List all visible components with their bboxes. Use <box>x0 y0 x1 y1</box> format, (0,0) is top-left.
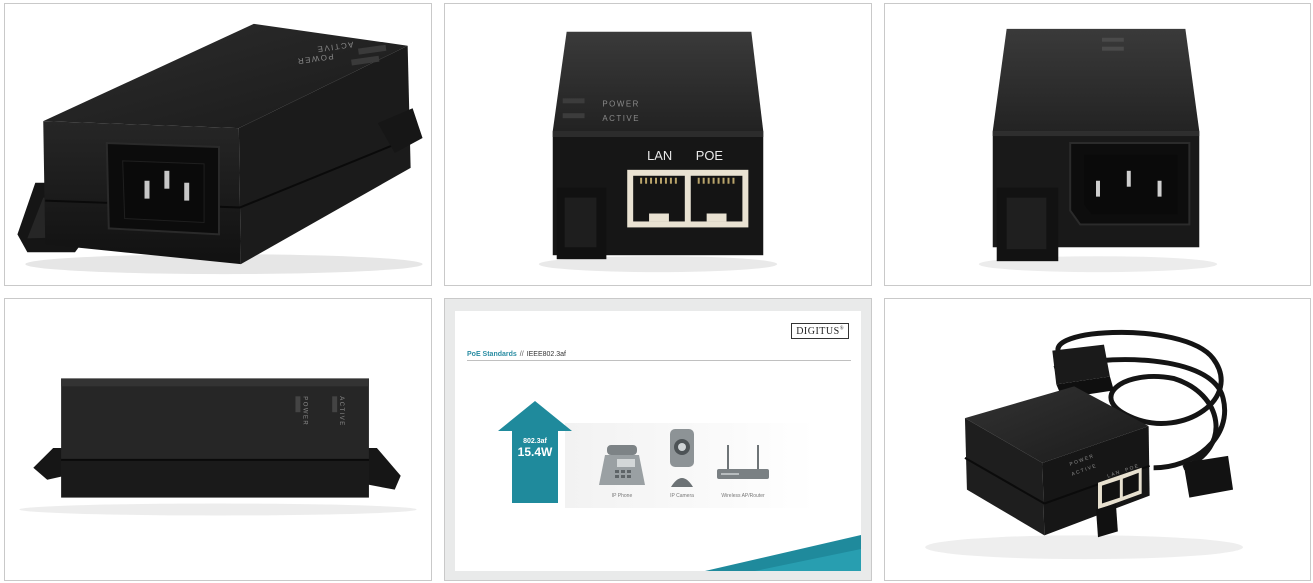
slide-title: PoE Standards <box>467 351 517 358</box>
poe-injector-front-illustration: POWER ACTIVE LAN POE <box>538 31 778 273</box>
led-label-power: POWER <box>602 99 639 108</box>
slide-header: PoE Standards//IEEE802.3af <box>467 351 851 361</box>
port-label-poe: POE <box>696 148 724 163</box>
slide-standard: IEEE802.3af <box>526 351 566 358</box>
led-label-power: POWER <box>301 396 307 426</box>
arrow-standard: 802.3af <box>523 438 547 445</box>
poe-injector-angle-illustration: ACTIVE POWER <box>17 23 423 275</box>
led-label-active: ACTIVE <box>338 396 344 426</box>
digitus-logo: DIGITUS® <box>791 323 849 339</box>
port-label-lan: LAN <box>647 148 672 163</box>
product-photo-front-ports[interactable]: POWER ACTIVE LAN POE <box>444 3 872 286</box>
device-label-ip-camera: IP Camera <box>670 493 694 499</box>
poe-standards-slide-tile[interactable]: DIGITUS® PoE Standards//IEEE802.3af 802.… <box>444 298 872 581</box>
ip-camera-icon <box>670 429 694 487</box>
product-photo-side[interactable]: POWER ACTIVE <box>4 298 432 581</box>
poe-injector-with-cable-illustration: POWER ACTIVE LAN POE <box>925 329 1243 560</box>
product-photo-back-power-socket[interactable] <box>884 3 1311 286</box>
device-label-router: Wireless AP/Router <box>721 493 765 499</box>
poe-injector-side-illustration: POWER ACTIVE <box>19 378 417 516</box>
poe-injector-back-illustration <box>978 28 1218 273</box>
arrow-power: 15.4W <box>517 445 553 459</box>
product-photo-angle-power-socket[interactable]: ACTIVE POWER <box>4 3 432 286</box>
arrow-text: 802.3af 15.4W <box>507 438 563 458</box>
poe-standards-slide: DIGITUS® PoE Standards//IEEE802.3af 802.… <box>455 311 861 571</box>
slide-separator: // <box>519 351 524 358</box>
wireless-router-icon <box>717 445 769 479</box>
ip-phone-icon <box>599 445 645 485</box>
product-photo-with-power-cord[interactable]: POWER ACTIVE LAN POE <box>884 298 1311 581</box>
led-label-active: ACTIVE <box>602 114 640 123</box>
